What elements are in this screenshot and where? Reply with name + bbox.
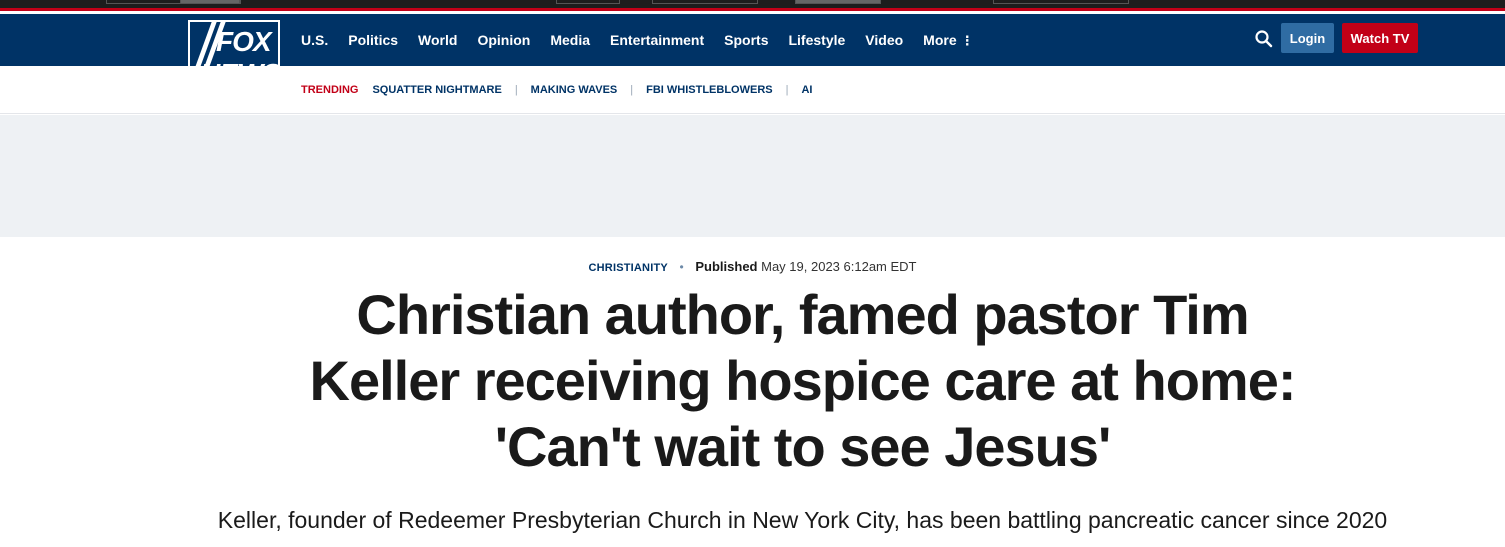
nav-link-more[interactable]: More ⋮ xyxy=(923,32,973,49)
nav-link-lifestyle[interactable]: Lifestyle xyxy=(788,32,845,48)
nav-link-opinion[interactable]: Opinion xyxy=(477,32,530,48)
trending-link[interactable]: SQUATTER NIGHTMARE xyxy=(372,84,501,96)
nav-link-entertainment[interactable]: Entertainment xyxy=(610,32,704,48)
logo-fox-word: FOX xyxy=(216,26,272,57)
nav-link-video[interactable]: Video xyxy=(865,32,903,48)
nav-link-sports[interactable]: Sports xyxy=(724,32,768,48)
nav-link-media[interactable]: Media xyxy=(550,32,590,48)
ticker-fragment xyxy=(180,0,240,4)
more-dots-icon: ⋮ xyxy=(960,32,974,48)
trending-label: TRENDING xyxy=(301,84,359,96)
trending-link[interactable]: AI xyxy=(801,84,812,96)
article-subheadline: Keller, founder of Redeemer Presbyterian… xyxy=(217,507,1388,533)
trending-link[interactable]: FBI WHISTLEBLOWERS xyxy=(646,84,773,96)
trending-divider: | xyxy=(514,84,518,96)
nav-link-politics[interactable]: Politics xyxy=(348,32,398,48)
watch-tv-button[interactable]: Watch TV xyxy=(1342,23,1418,53)
nav-link-us[interactable]: U.S. xyxy=(301,32,328,48)
ticker-fragment xyxy=(556,0,620,4)
article-meta: CHRISTIANITY • Published May 19, 2023 6:… xyxy=(0,259,1505,274)
published-date: May 19, 2023 6:12am EDT xyxy=(761,259,917,274)
ticker-fragment xyxy=(795,0,881,4)
trending-row: TRENDING SQUATTER NIGHTMARE | MAKING WAV… xyxy=(301,66,812,114)
nav-links: U.S. Politics World Opinion Media Entert… xyxy=(301,14,974,66)
nav-more-label: More xyxy=(923,31,957,48)
category-link[interactable]: CHRISTIANITY xyxy=(589,262,668,274)
trending-divider: | xyxy=(630,84,634,96)
ticker-fragment xyxy=(993,0,1129,4)
nav-link-world[interactable]: World xyxy=(418,32,457,48)
login-button[interactable]: Login xyxy=(1281,23,1334,53)
trending-divider: | xyxy=(785,84,789,96)
ticker-fragment xyxy=(652,0,758,4)
trending-bar: TRENDING SQUATTER NIGHTMARE | MAKING WAV… xyxy=(0,66,1505,114)
published-label: Published xyxy=(695,259,758,274)
meta-separator: • xyxy=(679,260,684,274)
ad-placeholder xyxy=(0,115,1505,237)
article-headline: Christian author, famed pastor Tim Kelle… xyxy=(309,283,1297,478)
trending-link[interactable]: MAKING WAVES xyxy=(531,84,618,96)
search-icon[interactable] xyxy=(1254,29,1274,49)
top-ticker-strip xyxy=(0,0,1505,11)
